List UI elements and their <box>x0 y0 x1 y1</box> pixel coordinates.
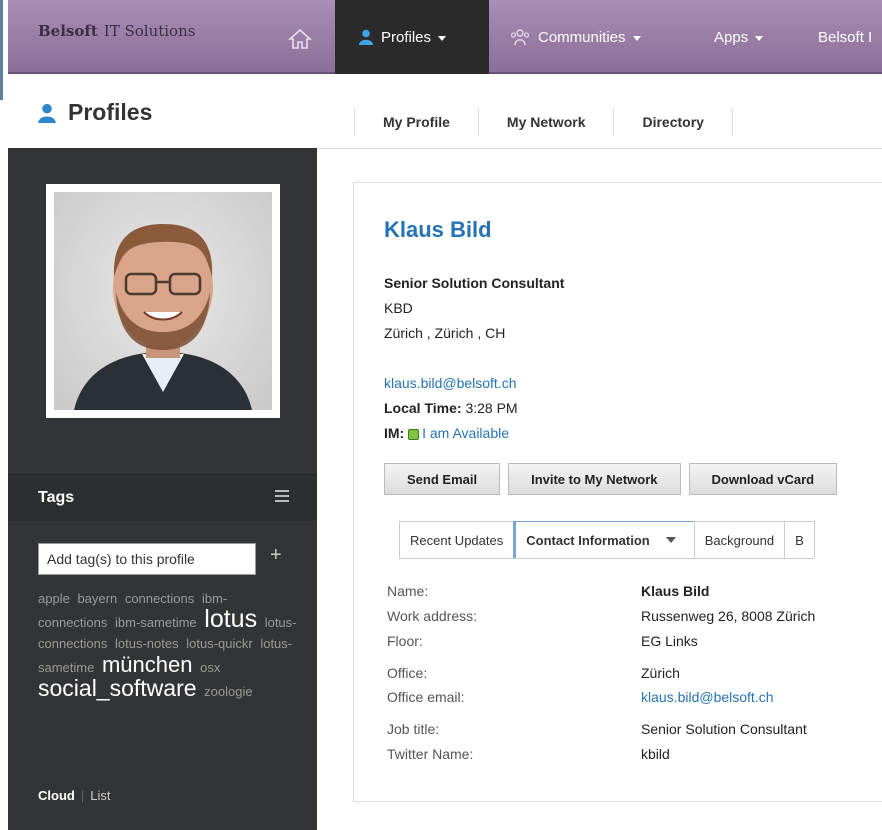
tag-link[interactable]: lotus <box>204 605 257 633</box>
page-title: Profiles <box>38 99 152 126</box>
local-time-value: 3:28 PM <box>465 400 518 416</box>
tag-link[interactable]: ibm-sametime <box>115 615 197 630</box>
field-label: Job title: <box>387 721 440 737</box>
subnav-my-network[interactable]: My Network <box>477 108 614 136</box>
person-photo-icon <box>74 224 252 410</box>
tag-link[interactable]: osx <box>200 660 220 675</box>
tag-link[interactable]: münchen <box>102 652 193 677</box>
tab-recent-updates[interactable]: Recent Updates <box>399 521 515 558</box>
subnav-my-profile[interactable]: My Profile <box>354 108 478 136</box>
person-icon <box>38 103 56 123</box>
profile-actions: Send Email Invite to My Network Download… <box>384 463 838 495</box>
send-email-button[interactable]: Send Email <box>384 463 501 495</box>
chevron-down-icon[interactable] <box>665 537 676 543</box>
nav-belsoft-label: Belsoft I <box>818 28 873 46</box>
tag-link[interactable]: connections <box>125 591 194 606</box>
view-list-link[interactable]: List <box>90 788 110 803</box>
tag-view-toggle: Cloud | List <box>38 788 111 803</box>
profile-department: KBD <box>384 300 413 316</box>
profiles-subheader: Profiles My Profile My Network Directory <box>8 76 882 149</box>
field-value: EG Links <box>641 633 698 649</box>
add-tag-input[interactable]: Add tag(s) to this profile <box>38 543 256 575</box>
tab-contact-information[interactable]: Contact Information <box>513 521 695 558</box>
home-icon[interactable] <box>288 28 312 50</box>
profile-job-title: Senior Solution Consultant <box>384 275 565 291</box>
field-label: Office: <box>387 665 428 681</box>
view-cloud-link[interactable]: Cloud <box>38 788 75 803</box>
profile-sidebar: Tags Add tag(s) to this profile + apple … <box>8 148 317 830</box>
field-label: Twitter Name: <box>387 746 474 762</box>
local-time-label: Local Time: <box>384 400 462 416</box>
subnav-directory[interactable]: Directory <box>613 108 733 136</box>
tags-title: Tags <box>38 489 75 506</box>
field-value: Klaus Bild <box>641 583 710 599</box>
im-label: IM: <box>384 425 405 441</box>
profile-email-link[interactable]: klaus.bild@belsoft.ch <box>384 375 517 391</box>
field-value[interactable]: klaus.bild@belsoft.ch <box>641 689 774 705</box>
tab-contact-information-label: Contact Information <box>526 532 650 548</box>
field-label: Name: <box>387 583 429 599</box>
person-icon <box>359 29 373 45</box>
nav-profiles[interactable]: Profiles <box>335 0 489 74</box>
field-label: Work address: <box>387 608 477 624</box>
profile-tabs: Recent Updates Contact Information Backg… <box>399 521 815 559</box>
brand-logo[interactable]: Belsoft IT Solutions <box>38 22 195 40</box>
brand-tagline: IT Solutions <box>103 22 196 40</box>
tag-link[interactable]: lotus-notes <box>115 636 179 651</box>
tags-header: Tags <box>8 474 317 521</box>
field-value: Russenweg 26, 8008 Zürich <box>641 608 816 624</box>
profile-im: IM: I am Available <box>384 425 509 441</box>
im-status-link[interactable]: I am Available <box>422 425 509 441</box>
profile-name[interactable]: Klaus Bild <box>384 217 492 243</box>
invite-network-button[interactable]: Invite to My Network <box>508 463 681 495</box>
nav-communities[interactable]: Communities <box>510 0 641 74</box>
tag-link[interactable]: lotus-quickr <box>186 636 252 651</box>
nav-profiles-label: Profiles <box>381 28 432 46</box>
communities-icon <box>510 29 530 46</box>
nav-apps[interactable]: Apps <box>714 0 764 74</box>
menu-icon[interactable] <box>275 490 289 505</box>
tag-cloud: apple bayern connections ibm-connections… <box>38 588 300 702</box>
field-value: Senior Solution Consultant <box>641 721 807 737</box>
field-value: Zürich <box>641 665 680 681</box>
top-navbar: Belsoft IT Solutions Profiles Communities… <box>8 0 882 74</box>
field-label: Floor: <box>387 633 423 649</box>
profile-location: Zürich , Zürich , CH <box>384 325 506 341</box>
tag-link[interactable]: bayern <box>77 591 117 606</box>
nav-apps-label: Apps <box>714 28 749 46</box>
field-label: Office email: <box>387 689 465 705</box>
tab-more[interactable]: B <box>784 521 815 558</box>
tag-link[interactable]: zoologie <box>204 684 252 699</box>
availability-status-icon <box>408 428 420 440</box>
field-value: kbild <box>641 746 670 762</box>
chevron-down-icon <box>632 35 641 41</box>
page-title-label: Profiles <box>68 99 153 125</box>
profile-photo[interactable] <box>54 192 272 410</box>
nav-belsoft[interactable]: Belsoft I <box>818 0 872 74</box>
tag-link[interactable]: apple <box>38 591 70 606</box>
profiles-subnav: My Profile My Network Directory <box>354 108 733 136</box>
download-vcard-button[interactable]: Download vCard <box>688 463 838 495</box>
profile-photo-frame <box>46 184 280 418</box>
brand-name: Belsoft <box>38 22 98 40</box>
tag-link[interactable]: social_software <box>38 675 197 701</box>
profile-local-time: Local Time: 3:28 PM <box>384 400 518 416</box>
chevron-down-icon <box>438 35 447 41</box>
plus-icon[interactable]: + <box>270 544 282 567</box>
chevron-down-icon <box>755 35 764 41</box>
tab-background[interactable]: Background <box>693 521 786 558</box>
left-edge <box>0 0 8 830</box>
profile-card: Klaus Bild Senior Solution Consultant KB… <box>353 182 882 802</box>
nav-communities-label: Communities <box>538 28 626 46</box>
